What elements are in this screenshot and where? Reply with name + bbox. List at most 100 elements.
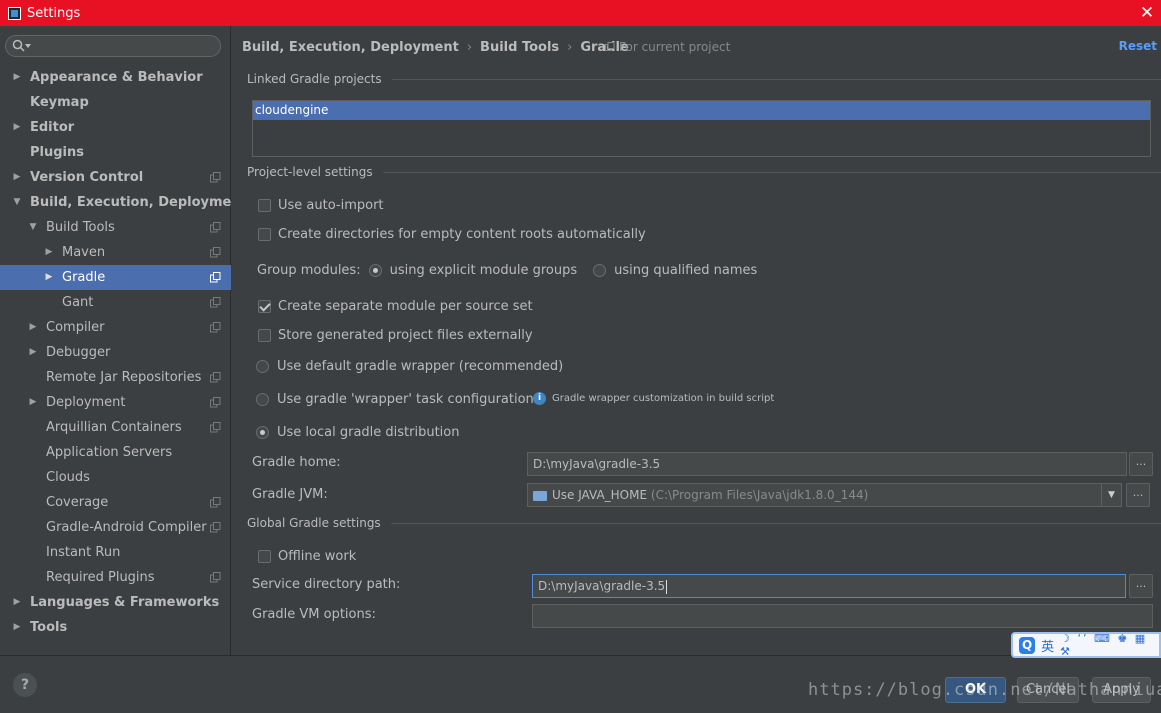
apply-button[interactable]: Apply [1092,677,1151,703]
chevron-down-icon[interactable]: ▼ [11,190,23,215]
group-explicit-radio[interactable] [368,263,382,277]
divider [390,522,1161,524]
sidebar-item-tools[interactable]: ▶ Tools [0,615,231,640]
gradle-jvm-select[interactable]: Use JAVA_HOME (C:\Program Files\Java\jdk… [527,483,1122,507]
chevron-right-icon[interactable]: ▶ [43,240,55,265]
default-wrapper-radio[interactable]: Use default gradle wrapper (recommended) [256,357,563,375]
project-scope-icon [210,372,221,383]
group-qualified-radio[interactable] [593,263,607,277]
sidebar-item-label: Coverage [46,495,109,510]
chevron-right-icon[interactable]: ▶ [11,615,23,640]
chevron-right-icon[interactable]: ▶ [43,265,55,290]
text-cursor [666,579,668,594]
sidebar-item-remote-jar-repositories[interactable]: Remote Jar Repositories [0,365,231,390]
gradle-home-field[interactable]: D:\myJava\gradle-3.5 [527,452,1127,476]
ok-button[interactable]: OK [945,677,1006,703]
create-directories-checkbox[interactable]: Create directories for empty content roo… [258,225,646,243]
project-level-section-title: Project-level settings [247,165,1161,179]
gradle-jvm-browse-button[interactable]: ... [1126,483,1150,507]
linked-projects-list[interactable]: cloudengine [252,100,1151,157]
radio-button[interactable] [256,392,269,406]
sidebar-item-coverage[interactable]: Coverage [0,490,231,515]
reset-link[interactable]: Reset [1119,39,1157,53]
sidebar-item-gradle[interactable]: ▶ Gradle [0,265,231,290]
checkbox-box[interactable] [258,328,271,342]
sidebar-item-compiler[interactable]: ▶ Compiler [0,315,231,340]
wrapper-task-radio[interactable]: Use gradle 'wrapper' task configuration [256,390,534,408]
list-item[interactable]: cloudengine [253,101,1150,120]
sidebar-item-build-tools[interactable]: ▼ Build Tools [0,215,231,240]
sidebar-item-languages-frameworks[interactable]: ▶ Languages & Frameworks [0,590,231,615]
ime-mode-toggle[interactable]: 英 [1041,636,1054,655]
project-scope-icon [210,297,221,308]
breadcrumb-separator: › [567,39,573,55]
checkbox-box[interactable] [258,299,271,313]
sidebar-item-gant[interactable]: Gant [0,290,231,315]
chevron-down-icon[interactable]: ▼ [1101,484,1121,506]
project-scope-icon [210,222,221,233]
breadcrumb-item: Build Tools [480,39,560,55]
sidebar-item-label: Build, Execution, Deployment [30,195,247,210]
sidebar-item-deployment[interactable]: ▶ Deployment [0,390,231,415]
sidebar-item-plugins[interactable]: Plugins [0,140,231,165]
group-qualified-label[interactable]: using qualified names [614,263,757,278]
group-explicit-label[interactable]: using explicit module groups [390,263,578,278]
project-scope-icon [605,42,615,51]
for-current-project-note: For current project [605,40,730,54]
chevron-right-icon[interactable]: ▶ [27,315,39,340]
service-dir-browse-button[interactable]: ... [1129,574,1153,598]
linked-projects-section-title: Linked Gradle projects [247,72,1161,86]
checkbox-box[interactable] [258,198,271,212]
sidebar-item-gradle-android-compiler[interactable]: Gradle-Android Compiler [0,515,231,540]
sidebar-item-keymap[interactable]: Keymap [0,90,231,115]
local-distribution-radio[interactable]: Use local gradle distribution [256,423,459,441]
project-level-heading: Project-level settings [247,165,373,179]
sidebar-item-label: Plugins [30,145,84,160]
sidebar-item-required-plugins[interactable]: Required Plugins [0,565,231,590]
service-dir-field[interactable]: D:\myJava\gradle-3.5 [532,574,1126,598]
chevron-right-icon[interactable]: ▶ [27,390,39,415]
checkbox-box[interactable] [258,549,271,563]
sidebar-item-version-control[interactable]: ▶ Version Control [0,165,231,190]
separate-module-checkbox[interactable]: Create separate module per source set [258,297,533,315]
sidebar-item-debugger[interactable]: ▶ Debugger [0,340,231,365]
vm-options-label: Gradle VM options: [252,607,376,622]
close-icon[interactable]: ✕ [1137,0,1157,26]
project-scope-icon [210,247,221,258]
chevron-right-icon[interactable]: ▶ [11,115,23,140]
radio-button[interactable] [256,359,269,373]
project-scope-icon [210,497,221,508]
ime-logo-icon[interactable]: Q [1019,636,1036,654]
gradle-home-browse-button[interactable]: ... [1129,452,1153,476]
sidebar-item-editor[interactable]: ▶ Editor [0,115,231,140]
auto-import-checkbox[interactable]: Use auto-import [258,196,384,214]
sidebar-item-label: Application Servers [46,445,173,460]
radio-button[interactable] [256,425,269,439]
vm-options-field[interactable] [532,604,1153,628]
chevron-down-icon[interactable]: ▼ [27,215,39,240]
app-icon [8,6,21,20]
help-button[interactable]: ? [13,673,37,697]
window-titlebar: Settings ✕ [0,0,1161,26]
ime-toolbar[interactable]: Q 英 ☽ ‘’ ⌨ ♚ ▦ ⚒ [1011,632,1161,658]
chevron-right-icon[interactable]: ▶ [11,590,23,615]
sidebar-item-arquillian-containers[interactable]: Arquillian Containers [0,415,231,440]
sidebar-item-build-execution-deployment[interactable]: ▼ Build, Execution, Deployment [0,190,247,215]
ime-tool-icons[interactable]: ☽ ‘’ ⌨ ♚ ▦ ⚒ [1060,632,1159,658]
offline-work-checkbox[interactable]: Offline work [258,547,356,565]
sidebar-item-application-servers[interactable]: Application Servers [0,440,231,465]
sidebar-item-appearance-behavior[interactable]: ▶ Appearance & Behavior [0,65,231,90]
sidebar-item-label: Gradle [62,270,106,285]
cancel-button[interactable]: Cancel [1017,677,1079,703]
sidebar-item-instant-run[interactable]: Instant Run [0,540,231,565]
checkbox-box[interactable] [258,227,271,241]
gradle-jvm-label: Gradle JVM: [252,487,328,502]
sidebar-item-clouds[interactable]: Clouds [0,465,231,490]
chevron-right-icon[interactable]: ▶ [11,165,23,190]
store-external-checkbox[interactable]: Store generated project files externally [258,326,533,344]
sidebar-item-maven[interactable]: ▶ Maven [0,240,231,265]
sidebar-item-label: Languages & Frameworks [30,595,220,610]
chevron-right-icon[interactable]: ▶ [27,340,39,365]
search-input[interactable] [5,35,221,57]
chevron-right-icon[interactable]: ▶ [11,65,23,90]
